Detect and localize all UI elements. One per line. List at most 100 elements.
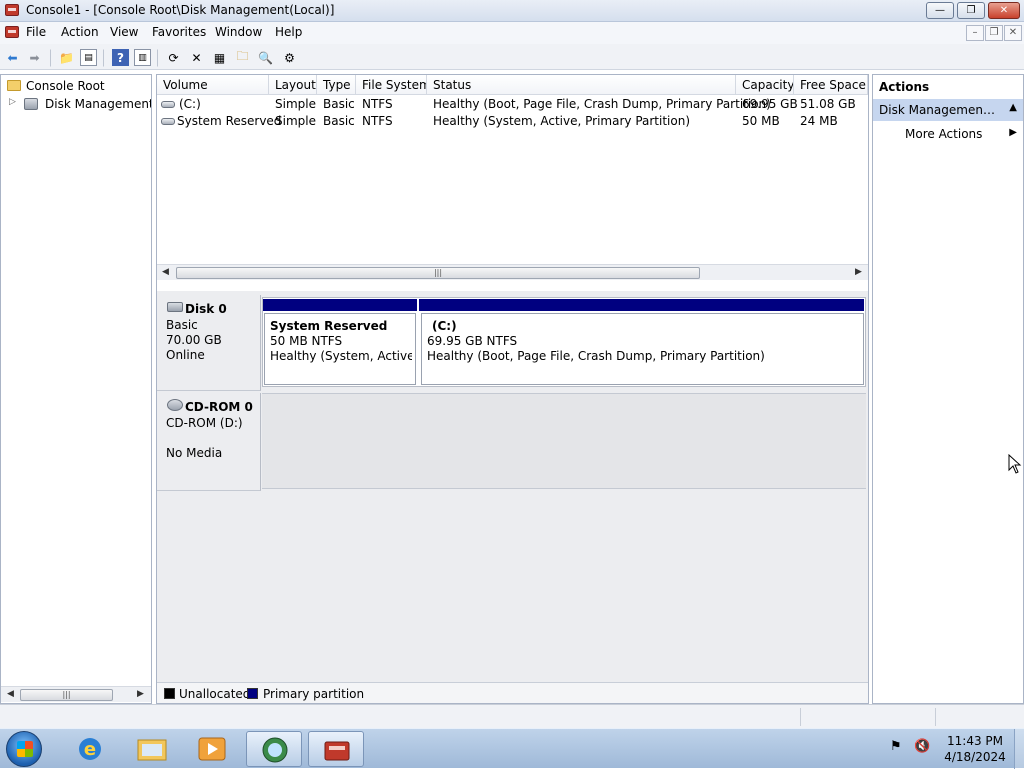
disk-state: Online <box>166 348 205 362</box>
partition-size: 69.95 GB NTFS <box>427 334 518 348</box>
computer-management-icon[interactable] <box>308 731 364 767</box>
properties-icon[interactable]: ▦ <box>211 49 228 66</box>
cell-free-space: 24 MB <box>800 114 838 128</box>
volume-icon <box>161 118 175 125</box>
column-header-volume[interactable]: Volume <box>157 75 269 95</box>
column-header-file-system[interactable]: File System <box>356 75 427 95</box>
column-header-type[interactable]: Type <box>317 75 356 95</box>
cdrom-0-media-area <box>262 393 866 489</box>
cell-volume: System Reserved <box>177 114 282 128</box>
cd-drive-icon <box>167 399 183 411</box>
disk-management-pane: Volume Layout Type File System Status Ca… <box>156 74 869 704</box>
scroll-left-arrow-icon[interactable]: ◀ <box>7 689 14 699</box>
menu-window[interactable]: Window <box>215 25 262 39</box>
action-label: More Actions <box>905 127 983 141</box>
refresh-icon[interactable]: ⟳ <box>165 49 182 66</box>
cell-capacity: 69.95 GB <box>742 97 798 111</box>
help-icon[interactable]: ? <box>112 49 129 66</box>
cell-file-system: NTFS <box>362 114 393 128</box>
cell-layout: Simple <box>275 114 316 128</box>
actions-pane: Actions Disk Management(Local) ▲ More Ac… <box>872 74 1024 704</box>
legend-label: Primary partition <box>263 687 365 701</box>
legend-label: Unallocated <box>179 687 251 701</box>
network-globe-icon[interactable] <box>246 731 302 767</box>
partition-system-reserved[interactable]: System Reserved 50 MB NTFS Healthy (Syst… <box>264 313 416 385</box>
internet-explorer-icon[interactable]: e <box>62 731 118 767</box>
scroll-left-arrow-icon[interactable]: ◀ <box>162 267 169 277</box>
mmc-app-icon <box>5 4 19 16</box>
menu-action[interactable]: Action <box>61 25 99 39</box>
folder-icon <box>7 80 21 91</box>
tree-item-console-root[interactable]: Console Root <box>5 78 151 95</box>
forward-arrow-icon[interactable]: ➡ <box>26 49 43 66</box>
actions-section-disk-management[interactable]: Disk Management(Local) ▲ <box>873 99 1023 121</box>
volume-muted-icon[interactable]: 🔇 <box>914 739 930 754</box>
action-more-actions[interactable]: More Actions ▶ <box>873 123 1023 145</box>
restore-button[interactable]: ❐ <box>957 2 985 19</box>
expand-arrow-icon[interactable]: ▷ <box>9 97 16 107</box>
column-header-free-space[interactable]: Free Space <box>794 75 868 95</box>
submenu-arrow-icon: ▶ <box>1009 127 1017 138</box>
explorer-folder-icon[interactable] <box>124 731 180 767</box>
tree-item-disk-management[interactable]: ▷ Disk Management(Local) <box>5 96 151 113</box>
delete-icon[interactable]: ✕ <box>188 49 205 66</box>
status-divider <box>800 708 801 726</box>
legend-swatch-primary <box>247 688 258 699</box>
tree-horizontal-scrollbar[interactable]: ◀ ||| ▶ <box>1 686 151 702</box>
legend-swatch-unallocated <box>164 688 175 699</box>
partition-c-drive[interactable]: (C:) 69.95 GB NTFS Healthy (Boot, Page F… <box>421 313 864 385</box>
mdi-restore-button[interactable]: ❐ <box>985 25 1003 41</box>
menu-help[interactable]: Help <box>275 25 302 39</box>
column-header-layout[interactable]: Layout <box>269 75 317 95</box>
mouse-cursor-icon <box>1008 454 1022 474</box>
cell-file-system: NTFS <box>362 97 393 111</box>
media-player-icon[interactable] <box>184 731 240 767</box>
scrollbar-thumb[interactable]: ||| <box>176 267 700 279</box>
status-divider <box>935 708 936 726</box>
clock-time: 11:43 PM <box>947 734 1003 748</box>
collapse-up-icon[interactable]: ▲ <box>1009 102 1017 113</box>
show-hide-tree-icon[interactable]: ▤ <box>80 49 97 66</box>
volume-list-horizontal-scrollbar[interactable]: ◀ ||| ▶ <box>157 264 868 280</box>
back-arrow-icon[interactable]: ⬅ <box>4 49 21 66</box>
menu-view[interactable]: View <box>110 25 138 39</box>
show-desktop-button[interactable] <box>1014 729 1024 769</box>
menu-bar: File Action View Favorites Window Help <box>0 22 1024 44</box>
hard-disk-icon <box>167 302 183 312</box>
cell-status: Healthy (System, Active, Primary Partiti… <box>433 114 691 128</box>
mdi-minimize-button[interactable]: – <box>966 25 984 41</box>
cell-status: Healthy (Boot, Page File, Crash Dump, Pr… <box>433 97 771 111</box>
disk-management-icon <box>24 98 38 110</box>
partition-status: Healthy (System, Active, Primary Partiti… <box>270 349 412 363</box>
settings-icon[interactable]: ⚙ <box>281 49 298 66</box>
column-header-status[interactable]: Status <box>427 75 736 95</box>
cdrom-0-header[interactable]: CD-ROM 0 CD-ROM (D:) No Media <box>157 393 261 491</box>
tree-item-label: Disk Management(Local) <box>45 97 151 111</box>
up-folder-icon[interactable]: 📁 <box>58 49 75 66</box>
show-hide-action-pane-icon[interactable]: ▥ <box>134 49 151 66</box>
console-menu-icon[interactable] <box>5 26 19 38</box>
clock[interactable]: 11:43 PM 4/18/2024 <box>940 733 1010 765</box>
scrollbar-thumb[interactable]: ||| <box>20 689 113 701</box>
cell-volume: (C:) <box>179 97 201 111</box>
start-button[interactable] <box>6 731 42 767</box>
taskbar: e ⚑ 🔇 11:43 PM 4/18/2024 <box>0 728 1024 769</box>
column-header-capacity[interactable]: Capacity <box>736 75 794 95</box>
close-button[interactable]: ✕ <box>988 2 1020 19</box>
action-center-flag-icon[interactable]: ⚑ <box>890 739 902 754</box>
menu-favorites[interactable]: Favorites <box>152 25 206 39</box>
partition-bar-primary <box>263 299 417 311</box>
scroll-right-arrow-icon[interactable]: ▶ <box>137 689 144 699</box>
svg-text:e: e <box>84 739 96 760</box>
mdi-close-button[interactable]: ✕ <box>1004 25 1022 41</box>
cell-type: Basic <box>323 97 355 111</box>
open-folder-icon[interactable]: 🗀 <box>234 49 251 66</box>
toolbar-separator <box>103 49 105 67</box>
menu-file[interactable]: File <box>26 25 46 39</box>
search-icon[interactable]: 🔍 <box>257 49 274 66</box>
scroll-right-arrow-icon[interactable]: ▶ <box>855 267 862 277</box>
disk-0-header[interactable]: Disk 0 Basic 70.00 GB Online <box>157 295 261 391</box>
minimize-button[interactable]: — <box>926 2 954 19</box>
window-title: Console1 - [Console Root\Disk Management… <box>26 3 335 17</box>
title-bar: Console1 - [Console Root\Disk Management… <box>0 0 1024 22</box>
